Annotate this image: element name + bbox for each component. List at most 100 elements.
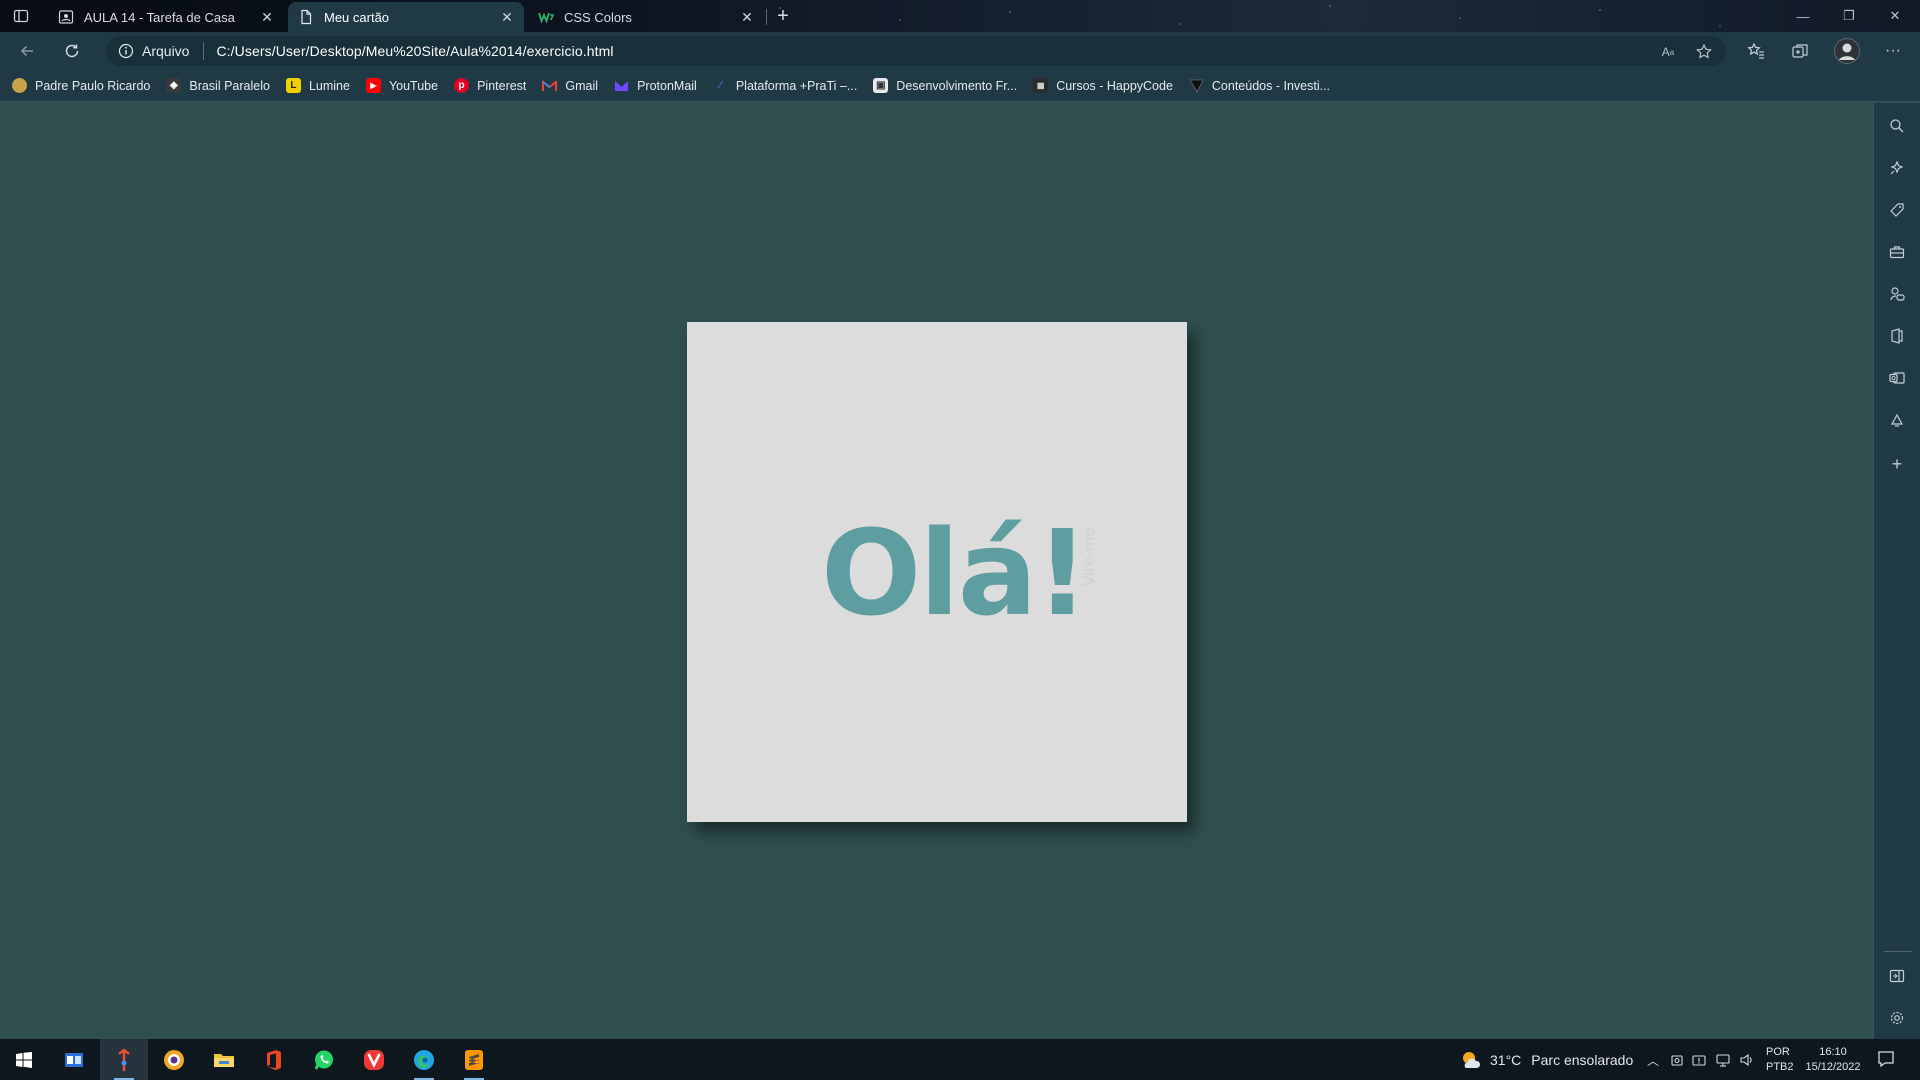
- settings-and-more-icon[interactable]: ···: [1882, 40, 1904, 62]
- bookmark-label: Padre Paulo Ricardo: [35, 78, 151, 93]
- profile-avatar[interactable]: [1834, 38, 1860, 64]
- tab-strip: AULA 14 - Tarefa de Casa ✕ Meu cartão ✕ …: [0, 0, 1920, 32]
- bookmark-label: Lumine: [308, 78, 350, 93]
- sidebar-divider: [1884, 951, 1912, 952]
- site-info-button[interactable]: Arquivo: [106, 43, 189, 59]
- drop-icon[interactable]: [1886, 409, 1908, 431]
- read-aloud-icon[interactable]: Aa: [1658, 42, 1678, 62]
- bookmark-gmail[interactable]: Gmail: [542, 78, 598, 93]
- bookmark-prati[interactable]: ⁄ Plataforma +PraTi –...: [713, 78, 857, 93]
- investi-icon: [1189, 78, 1204, 93]
- clock-time: 16:10: [1819, 1046, 1847, 1058]
- page-viewport: Olá! Vire-me: [0, 103, 1873, 1039]
- brave-icon[interactable]: [150, 1039, 198, 1080]
- close-tab-icon[interactable]: ✕: [260, 9, 274, 25]
- person-page-icon: ▣: [873, 78, 889, 93]
- outlook-icon[interactable]: [1886, 367, 1908, 389]
- bookmark-label: Pinterest: [477, 78, 527, 93]
- address-separator: [203, 42, 205, 60]
- clock[interactable]: 16:10 15/12/2022: [1800, 1045, 1866, 1075]
- tab-separator: [766, 9, 767, 25]
- refresh-icon[interactable]: [61, 40, 83, 62]
- camera-icon[interactable]: [1668, 1051, 1686, 1069]
- tab-meu-cartao[interactable]: Meu cartão ✕: [288, 2, 524, 32]
- office-icon[interactable]: [250, 1039, 298, 1080]
- pinterest-icon: p: [454, 78, 470, 93]
- bookmark-padre-paulo-ricardo[interactable]: Padre Paulo Ricardo: [12, 78, 150, 93]
- bookmark-pinterest[interactable]: p Pinterest: [454, 78, 526, 93]
- bookmark-label: ProtonMail: [637, 78, 697, 93]
- bookmark-happycode[interactable]: ▦ Cursos - HappyCode: [1033, 78, 1173, 93]
- volume-icon[interactable]: [1738, 1051, 1756, 1069]
- browser-toolbar: Arquivo C:/Users/User/Desktop/Meu%20Site…: [0, 32, 1920, 70]
- brasil-paralelo-icon: ◈: [166, 78, 182, 93]
- bookmark-brasil-paralelo[interactable]: ◈ Brasil Paralelo: [166, 78, 270, 93]
- language-code: POR: [1766, 1046, 1790, 1058]
- w3-logo-icon: [538, 9, 554, 25]
- partly-sunny-icon: [1460, 1049, 1482, 1071]
- tab-title: AULA 14 - Tarefa de Casa: [84, 9, 235, 25]
- battery-warning-icon[interactable]: [1690, 1051, 1708, 1069]
- hide-sidebar-icon[interactable]: [1886, 965, 1908, 987]
- restore-icon[interactable]: ❐: [1826, 0, 1872, 32]
- weather-widget[interactable]: 31°C Parc ensolarado: [1460, 1039, 1633, 1080]
- sidebar-settings-icon[interactable]: [1886, 1007, 1908, 1029]
- add-favorite-icon[interactable]: [1694, 42, 1714, 62]
- edge-sidebar: +: [1873, 103, 1920, 1039]
- network-icon[interactable]: [1714, 1051, 1732, 1069]
- bookmark-investi[interactable]: Conteúdos - Investi...: [1189, 78, 1330, 93]
- bookmark-label: Desenvolvimento Fr...: [896, 78, 1018, 93]
- search-icon[interactable]: [1886, 115, 1908, 137]
- happycode-icon: ▦: [1033, 78, 1049, 93]
- vivaldi-icon[interactable]: [350, 1039, 398, 1080]
- notifications-icon[interactable]: [1876, 1049, 1898, 1071]
- flip-hint-text: Vire-me: [1079, 527, 1099, 587]
- tab-title: CSS Colors: [564, 9, 632, 25]
- address-bar[interactable]: Arquivo C:/Users/User/Desktop/Meu%20Site…: [106, 36, 1726, 66]
- bookmark-lumine[interactable]: L Lumine: [285, 78, 350, 93]
- bookmark-label: YouTube: [388, 78, 439, 93]
- office-icon[interactable]: [1886, 325, 1908, 347]
- sublime-text-icon[interactable]: [450, 1039, 498, 1080]
- bookmark-protonmail[interactable]: ProtonMail: [614, 78, 697, 93]
- windows-taskbar: 31°C Parc ensolarado ︿ POR PTB2 16:10 15…: [0, 1039, 1920, 1080]
- person-page-icon: [58, 9, 74, 25]
- close-window-icon[interactable]: ✕: [1872, 0, 1918, 32]
- prati-icon: ⁄: [719, 80, 722, 91]
- tab-title: Meu cartão: [324, 9, 390, 25]
- input-language[interactable]: POR PTB2: [1766, 1045, 1794, 1075]
- tools-icon[interactable]: [1886, 241, 1908, 263]
- games-icon[interactable]: [1886, 283, 1908, 305]
- gmail-icon: [542, 78, 558, 93]
- document-icon: [298, 9, 314, 25]
- windows-start-icon[interactable]: [0, 1039, 48, 1080]
- back-icon[interactable]: [16, 40, 38, 62]
- collections-icon[interactable]: [1789, 40, 1811, 62]
- tab-actions-menu-icon[interactable]: [12, 7, 30, 25]
- shopping-tag-icon[interactable]: [1886, 199, 1908, 221]
- new-tab-button[interactable]: +: [772, 5, 794, 27]
- weather-condition: Parc ensolarado: [1531, 1051, 1634, 1068]
- tab-aula-14[interactable]: AULA 14 - Tarefa de Casa ✕: [48, 2, 284, 32]
- favorites-icon[interactable]: [1745, 40, 1767, 62]
- add-sidebar-app-icon[interactable]: +: [1886, 453, 1908, 475]
- task-view-icon[interactable]: [50, 1039, 98, 1080]
- file-explorer-icon[interactable]: [200, 1039, 248, 1080]
- close-tab-icon[interactable]: ✕: [500, 9, 514, 25]
- git-icon[interactable]: [100, 1039, 148, 1080]
- bookmark-desenvolvimento[interactable]: ▣ Desenvolvimento Fr...: [873, 78, 1017, 93]
- bookmark-youtube[interactable]: ▶ YouTube: [365, 78, 439, 93]
- close-tab-icon[interactable]: ✕: [740, 9, 754, 25]
- edge-icon[interactable]: [400, 1039, 448, 1080]
- url-text[interactable]: C:/Users/User/Desktop/Meu%20Site/Aula%20…: [216, 43, 613, 59]
- discover-icon[interactable]: [1886, 157, 1908, 179]
- clock-date: 15/12/2022: [1805, 1061, 1861, 1073]
- keyboard-layout: PTB2: [1766, 1061, 1794, 1073]
- chevron-up-icon[interactable]: ︿: [1644, 1051, 1662, 1069]
- bookmark-label: Plataforma +PraTi –...: [735, 78, 858, 93]
- minimize-icon[interactable]: —: [1780, 0, 1826, 32]
- whatsapp-icon[interactable]: [300, 1039, 348, 1080]
- greeting-card[interactable]: Olá! Vire-me: [687, 322, 1187, 822]
- greeting-text: Olá!: [821, 504, 1089, 642]
- tab-css-colors[interactable]: CSS Colors ✕: [528, 2, 764, 32]
